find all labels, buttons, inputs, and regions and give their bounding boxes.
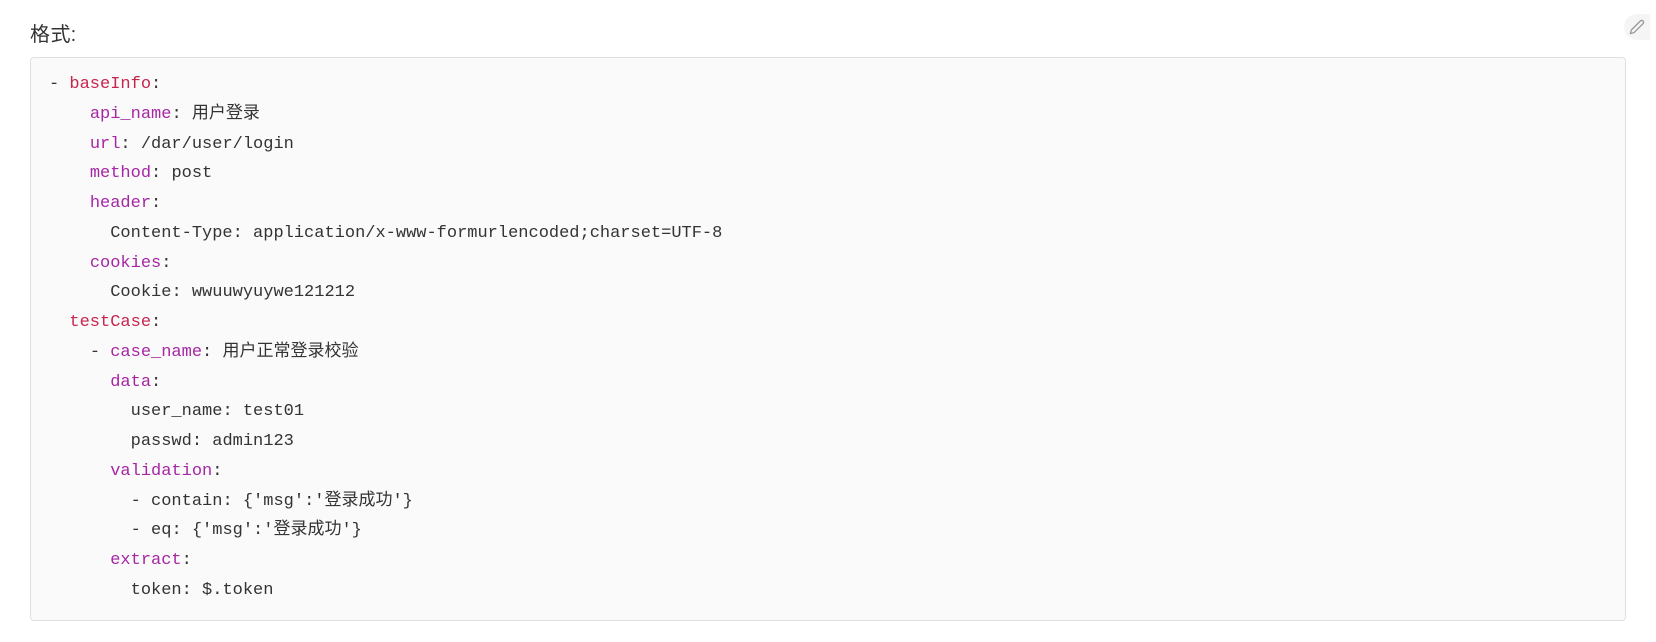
dash: - <box>131 521 141 540</box>
val-url: /dar/user/login <box>141 135 294 154</box>
colon: : <box>182 581 192 600</box>
val-eq: {'msg':'登录成功'} <box>192 521 362 540</box>
colon: : <box>151 164 161 183</box>
colon: : <box>233 224 243 243</box>
key-data: data <box>110 373 151 392</box>
colon: : <box>120 135 130 154</box>
dash: - <box>131 492 141 511</box>
val-user-name: test01 <box>243 402 304 421</box>
key-url: url <box>90 135 121 154</box>
key-token: token <box>131 581 182 600</box>
val-token: $.token <box>202 581 273 600</box>
colon: : <box>151 313 161 332</box>
colon: : <box>222 402 232 421</box>
key-header: header <box>90 194 151 213</box>
colon: : <box>222 492 232 511</box>
dash: - <box>90 343 100 362</box>
key-passwd: passwd <box>131 432 192 451</box>
key-cookies: cookies <box>90 254 161 273</box>
colon: : <box>151 75 161 94</box>
key-baseinfo: baseInfo <box>69 75 151 94</box>
colon: : <box>192 432 202 451</box>
key-content-type: Content-Type <box>110 224 232 243</box>
key-api-name: api_name <box>90 105 172 124</box>
colon: : <box>182 551 192 570</box>
colon: : <box>151 194 161 213</box>
colon: : <box>151 373 161 392</box>
colon: : <box>171 105 181 124</box>
colon: : <box>161 254 171 273</box>
colon: : <box>171 521 181 540</box>
colon: : <box>171 283 181 302</box>
key-validation: validation <box>110 462 212 481</box>
val-case-name: 用户正常登录校验 <box>222 343 358 362</box>
key-method: method <box>90 164 151 183</box>
edit-icon[interactable] <box>1624 14 1650 40</box>
dash: - <box>49 75 59 94</box>
key-extract: extract <box>110 551 181 570</box>
val-api-name: 用户登录 <box>192 105 260 124</box>
val-method: post <box>171 164 212 183</box>
val-passwd: admin123 <box>212 432 294 451</box>
key-contain: contain <box>151 492 222 511</box>
key-testcase: testCase <box>69 313 151 332</box>
section-title: 格式: <box>30 18 1626 47</box>
key-user-name: user_name <box>131 402 223 421</box>
key-eq: eq <box>151 521 171 540</box>
key-case-name: case_name <box>110 343 202 362</box>
colon: : <box>212 462 222 481</box>
key-cookie: Cookie <box>110 283 171 302</box>
val-contain: {'msg':'登录成功'} <box>243 492 413 511</box>
val-cookie: wwuuwyuywe121212 <box>192 283 355 302</box>
val-content-type: application/x-www-formurlencoded;charset… <box>253 224 722 243</box>
colon: : <box>202 343 212 362</box>
yaml-code-block: - baseInfo: api_name: 用户登录 url: /dar/use… <box>30 57 1626 621</box>
